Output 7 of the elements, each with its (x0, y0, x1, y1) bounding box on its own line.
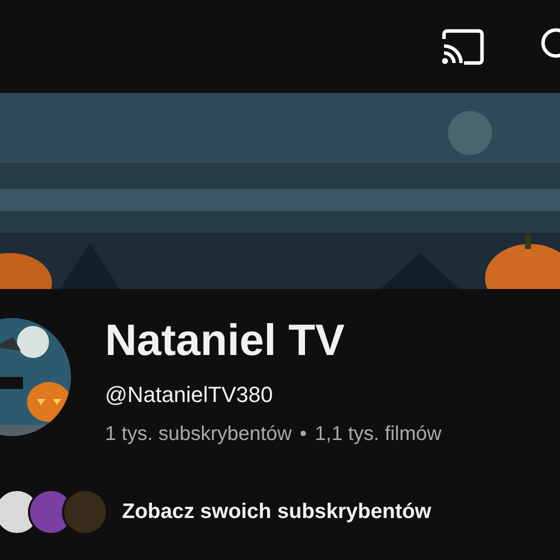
separator-dot: • (300, 423, 307, 446)
channel-name: Nataniel TV (105, 315, 346, 367)
video-count: 1,1 tys. filmów (314, 423, 442, 446)
see-subscribers-link[interactable]: Zobacz swoich subskrybentów (122, 500, 432, 524)
cast-icon[interactable] (440, 28, 486, 64)
channel-handle: @NatanielTV380 (105, 381, 274, 409)
subscriber-count: 1 tys. subskrybentów (105, 423, 292, 446)
